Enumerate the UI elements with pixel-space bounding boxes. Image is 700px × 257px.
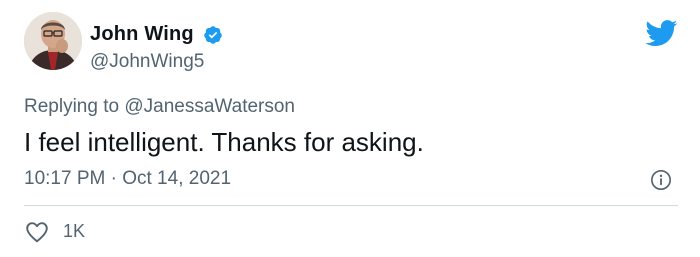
timestamp-separator: ·: [110, 168, 117, 189]
tweet-date: Oct 14, 2021: [122, 168, 232, 189]
divider: [24, 205, 678, 206]
twitter-bird-icon[interactable]: [645, 20, 678, 47]
display-name[interactable]: John Wing: [90, 22, 194, 46]
info-circle-icon[interactable]: [650, 169, 672, 191]
verified-badge-icon: [204, 26, 222, 44]
replying-to-line: Replying to @JanessaWaterson: [24, 95, 295, 119]
tweet-time: 10:17 PM: [24, 168, 106, 189]
like-count[interactable]: 1K: [63, 220, 85, 242]
tweet-timestamp[interactable]: 10:17 PM · Oct 14, 2021: [24, 167, 231, 191]
replying-to-mention[interactable]: @JanessaWaterson: [124, 96, 295, 117]
user-handle[interactable]: @JohnWing5: [90, 51, 204, 73]
heart-outline-icon[interactable]: [25, 221, 49, 243]
replying-to-prefix: Replying to: [24, 96, 120, 117]
tweet-text: I feel intelligent. Thanks for asking.: [24, 127, 424, 157]
avatar[interactable]: [24, 12, 82, 70]
tweet-card: John Wing @JohnWing5 Replying to @Janess…: [0, 0, 700, 257]
